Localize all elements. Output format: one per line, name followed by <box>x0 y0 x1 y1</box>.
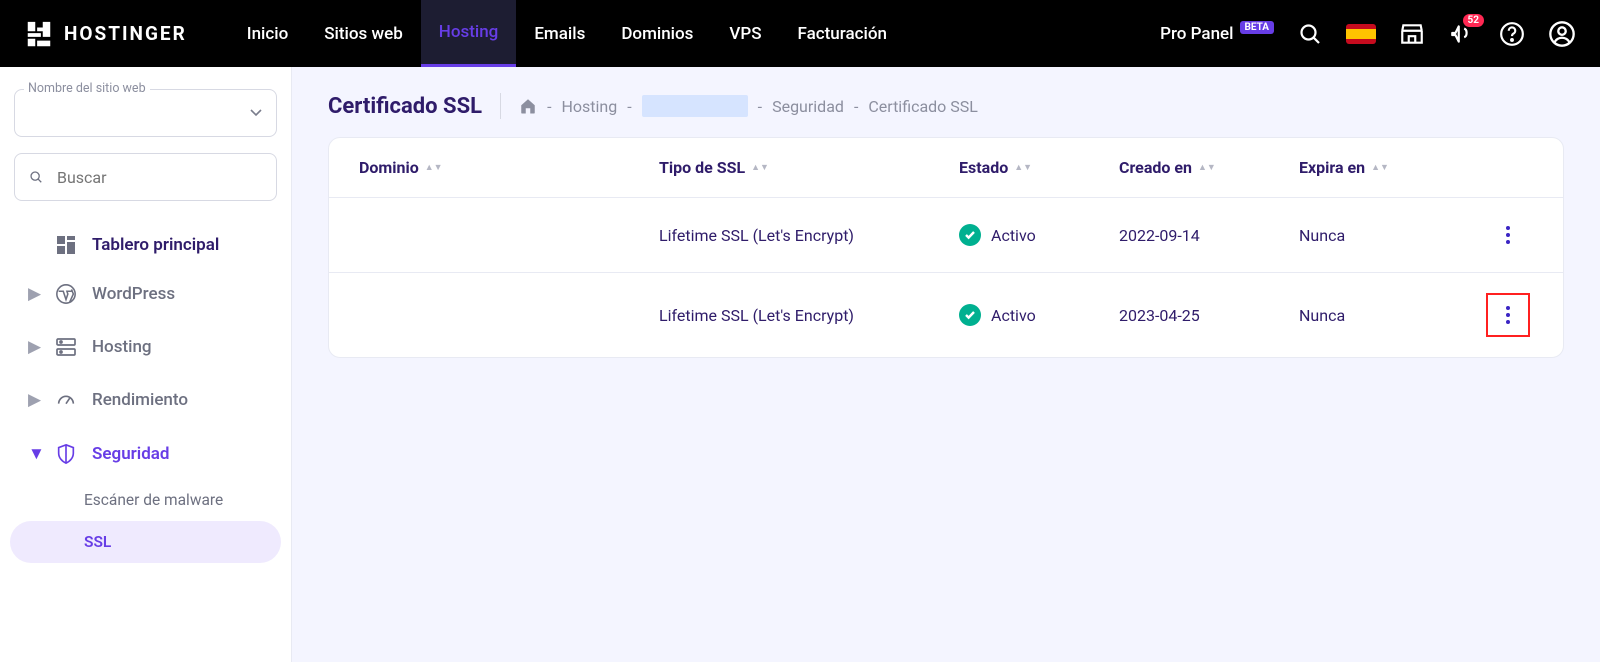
sidebar-sub-malware[interactable]: Escáner de malware <box>10 479 281 521</box>
table-row: Lifetime SSL (Let's Encrypt) Activo 2022… <box>329 198 1563 273</box>
check-icon <box>959 224 981 246</box>
gauge-icon <box>54 389 78 411</box>
cell-type: Lifetime SSL (Let's Encrypt) <box>659 306 959 325</box>
site-selector-label: Nombre del sitio web <box>24 81 150 96</box>
notif-count: 52 <box>1463 14 1484 27</box>
row-actions-button[interactable] <box>1494 218 1522 252</box>
cell-expires: Nunca <box>1299 306 1483 325</box>
row-actions-button[interactable] <box>1486 293 1530 337</box>
chevron-down-icon <box>250 107 262 119</box>
cell-created: 2022-09-14 <box>1119 226 1299 245</box>
shield-icon <box>54 443 78 465</box>
th-status[interactable]: Estado▲▼ <box>959 158 1119 177</box>
search-icon[interactable] <box>1296 20 1324 48</box>
wordpress-icon <box>54 283 78 305</box>
sidebar-item-label: WordPress <box>92 284 175 304</box>
cell-expires: Nunca <box>1299 226 1483 245</box>
account-icon[interactable] <box>1548 20 1576 48</box>
beta-badge: BETA <box>1240 21 1275 34</box>
search-icon <box>29 167 43 187</box>
th-created[interactable]: Creado en▲▼ <box>1119 158 1299 177</box>
notifications-icon[interactable]: 52 <box>1448 20 1476 48</box>
sidebar-item-hosting[interactable]: ▶ Hosting <box>10 323 281 371</box>
table-header: Dominio▲▼ Tipo de SSL▲▼ Estado▲▼ Creado … <box>329 138 1563 198</box>
sidebar: Nombre del sitio web Tablero principal ▶… <box>0 67 292 662</box>
locale-flag-es[interactable] <box>1346 24 1376 44</box>
home-icon[interactable] <box>519 97 537 115</box>
check-icon <box>959 304 981 326</box>
help-icon[interactable] <box>1498 20 1526 48</box>
nav-sitios-web[interactable]: Sitios web <box>306 0 421 67</box>
bc-security[interactable]: Seguridad <box>772 97 844 116</box>
sidebar-item-label: Tablero principal <box>92 235 219 255</box>
top-nav: HOSTINGER Inicio Sitios web Hosting Emai… <box>0 0 1600 67</box>
sidebar-item-label: Rendimiento <box>92 390 188 410</box>
sidebar-item-wordpress[interactable]: ▶ WordPress <box>10 269 281 319</box>
store-icon[interactable] <box>1398 20 1426 48</box>
main-menu: Inicio Sitios web Hosting Emails Dominio… <box>229 0 905 67</box>
sidebar-search-input[interactable] <box>55 167 262 188</box>
nav-hosting[interactable]: Hosting <box>421 0 517 67</box>
main-content: Certificado SSL - Hosting - - Seguridad … <box>292 67 1600 662</box>
sidebar-item-label: Hosting <box>92 337 152 357</box>
bc-domain-redacted[interactable] <box>642 95 748 117</box>
table-row: Lifetime SSL (Let's Encrypt) Activo 2023… <box>329 273 1563 357</box>
site-selector[interactable]: Nombre del sitio web <box>14 89 277 137</box>
sidebar-item-dashboard[interactable]: Tablero principal <box>10 221 281 269</box>
logo[interactable]: HOSTINGER <box>24 19 187 49</box>
title-bar: Certificado SSL - Hosting - - Seguridad … <box>328 93 1564 119</box>
breadcrumb: - Hosting - - Seguridad - Certificado SS… <box>519 95 978 117</box>
hostinger-logo-icon <box>24 19 54 49</box>
nav-inicio[interactable]: Inicio <box>229 0 306 67</box>
server-icon <box>54 337 78 357</box>
sidebar-search[interactable] <box>14 153 277 201</box>
cell-created: 2023-04-25 <box>1119 306 1299 325</box>
cell-type: Lifetime SSL (Let's Encrypt) <box>659 226 959 245</box>
sidebar-item-security[interactable]: ▼ Seguridad <box>10 429 281 479</box>
th-domain[interactable]: Dominio▲▼ <box>359 158 659 177</box>
bc-hosting[interactable]: Hosting <box>561 97 617 116</box>
pro-panel-link[interactable]: Pro Panel BETA <box>1160 24 1274 44</box>
cell-status: Activo <box>959 304 1119 326</box>
th-expires[interactable]: Expira en▲▼ <box>1299 158 1483 177</box>
top-right-tools: Pro Panel BETA 52 <box>1160 20 1576 48</box>
dashboard-icon <box>54 235 78 255</box>
nav-vps[interactable]: VPS <box>711 0 779 67</box>
brand-name: HOSTINGER <box>64 22 187 45</box>
ssl-table: Dominio▲▼ Tipo de SSL▲▼ Estado▲▼ Creado … <box>328 137 1564 358</box>
nav-emails[interactable]: Emails <box>516 0 603 67</box>
page-title: Certificado SSL <box>328 94 482 119</box>
sidebar-item-performance[interactable]: ▶ Rendimiento <box>10 375 281 425</box>
sidebar-item-label: Seguridad <box>92 444 170 464</box>
nav-facturacion[interactable]: Facturación <box>780 0 905 67</box>
sidebar-sub-ssl[interactable]: SSL <box>10 521 281 563</box>
bc-ssl: Certificado SSL <box>868 97 978 116</box>
cell-status: Activo <box>959 224 1119 246</box>
nav-dominios[interactable]: Dominios <box>603 0 711 67</box>
th-type[interactable]: Tipo de SSL▲▼ <box>659 158 959 177</box>
